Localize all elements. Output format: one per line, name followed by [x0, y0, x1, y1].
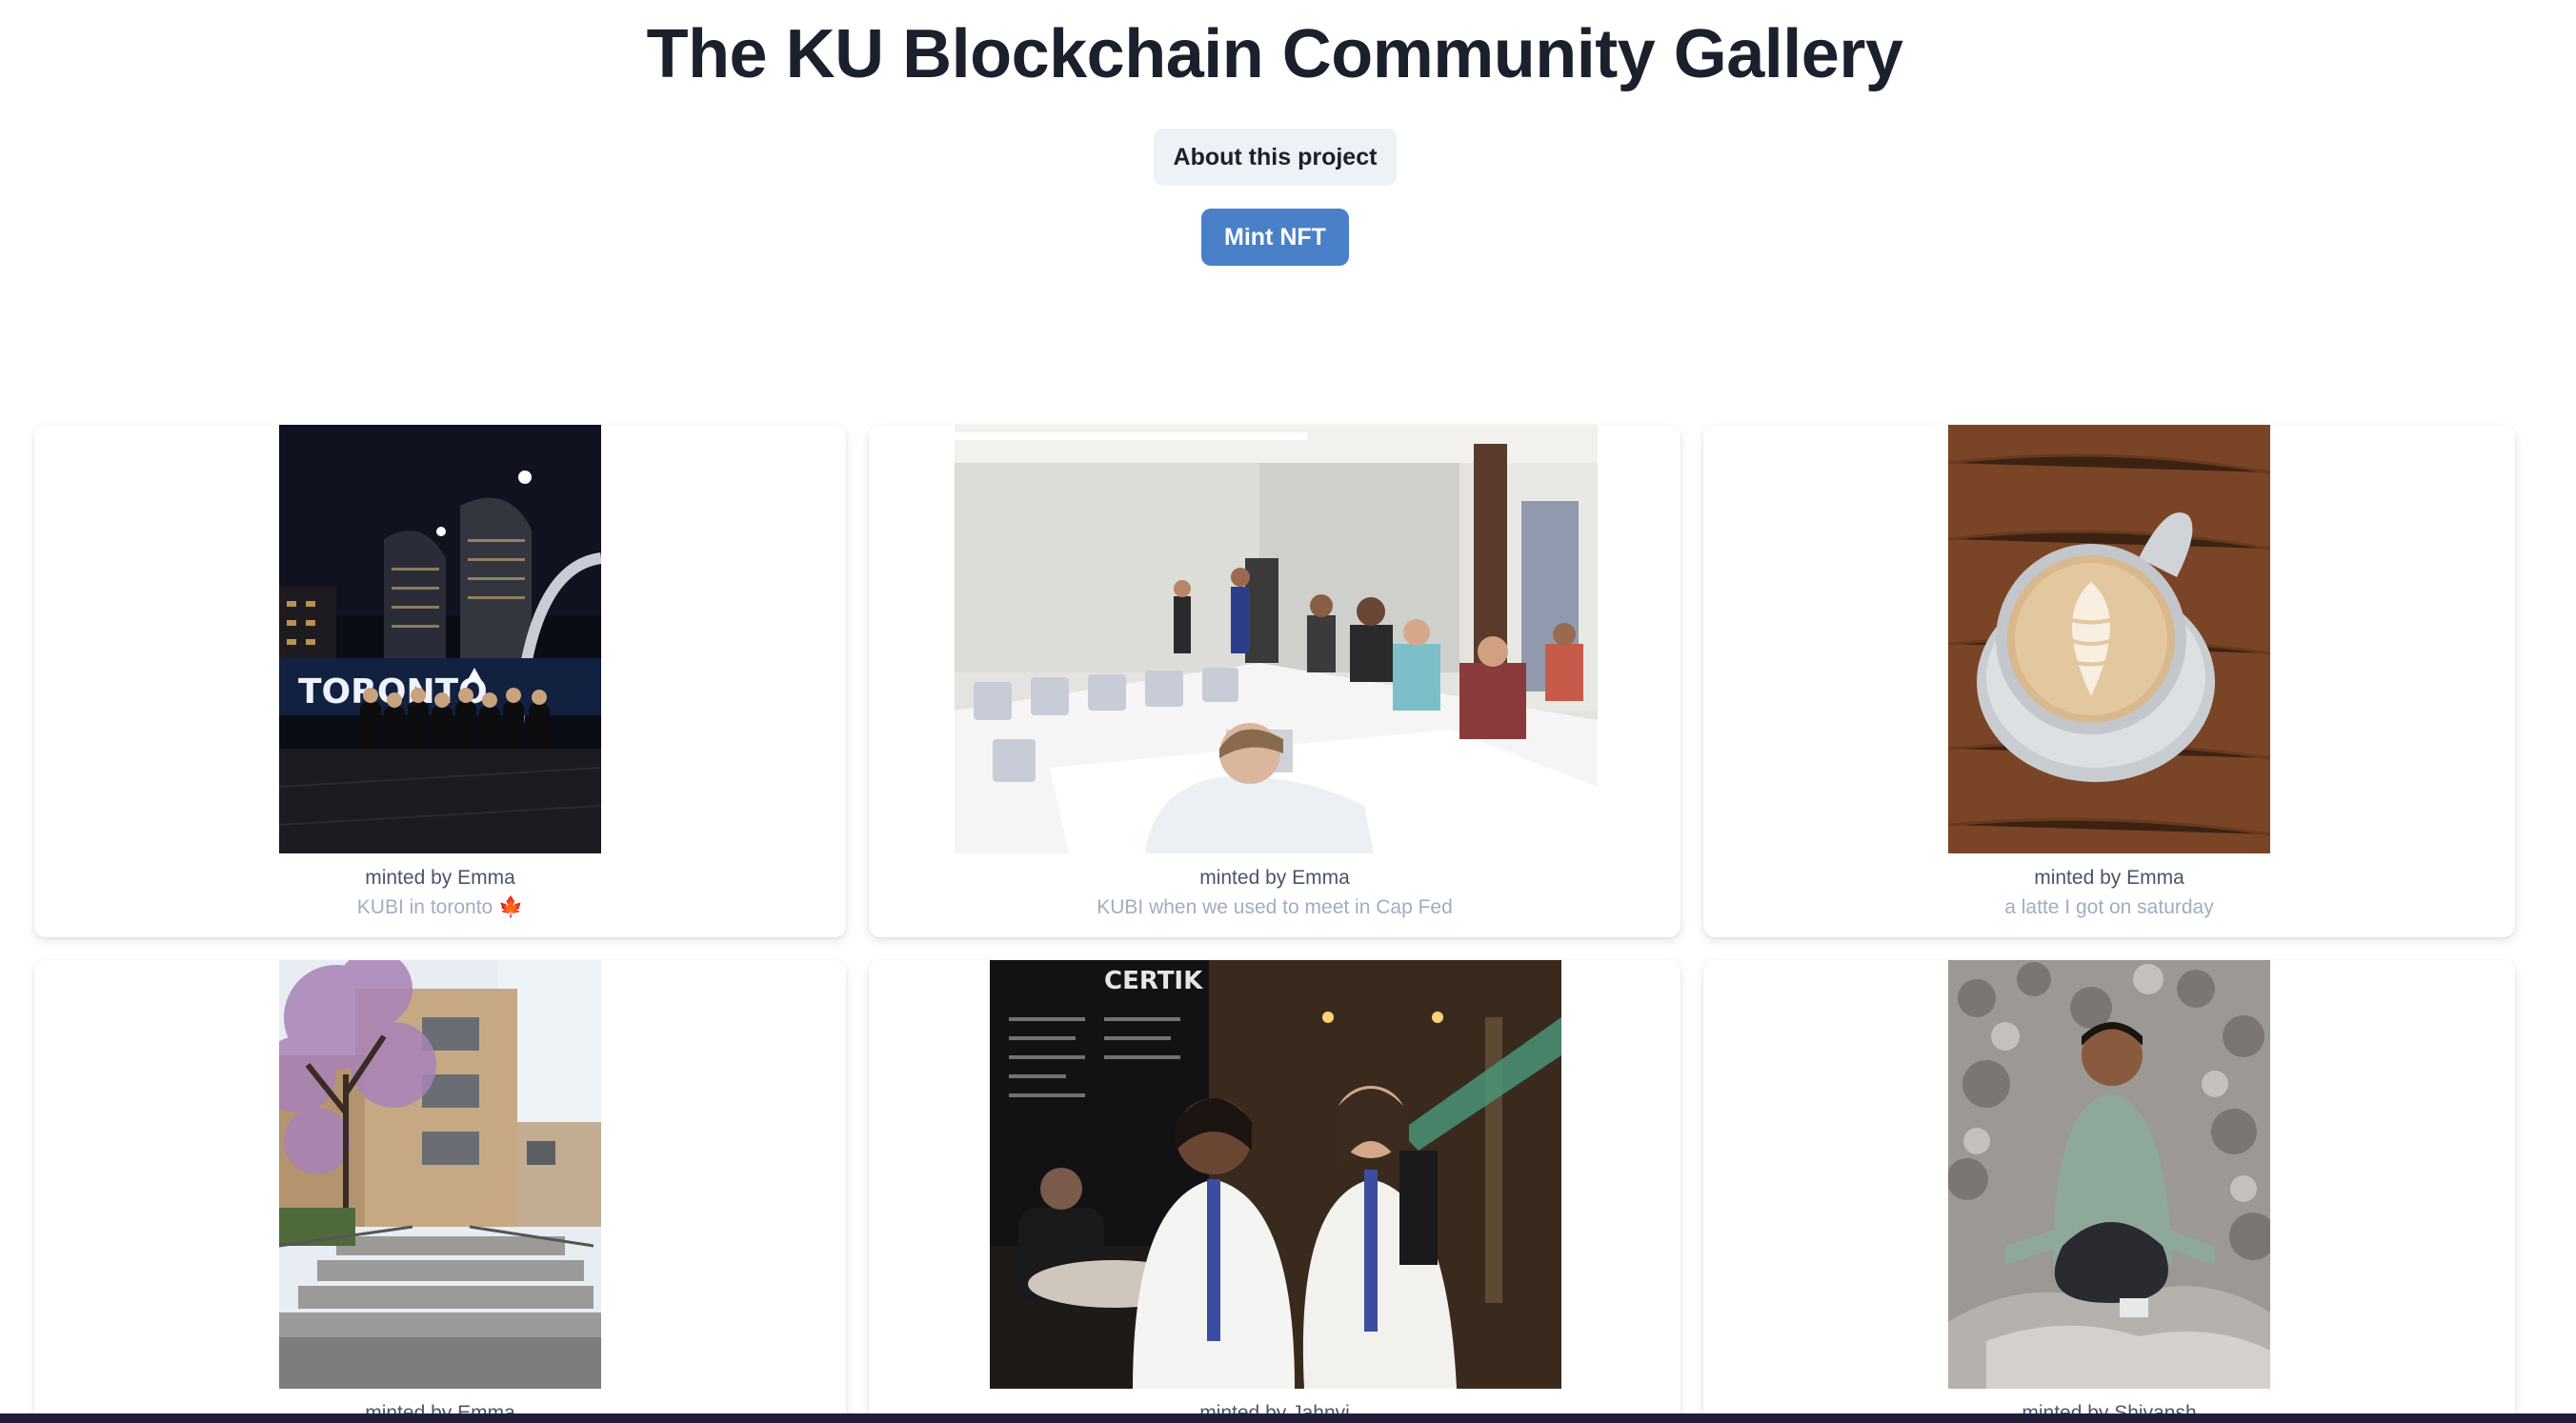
- nft-card[interactable]: minted by Shivansh: [1703, 960, 2515, 1423]
- nft-card[interactable]: CERTIK minted by Jahnvi: [869, 960, 1680, 1423]
- nft-card[interactable]: minted by Emma KUBI when we used to meet…: [869, 425, 1680, 937]
- nft-image-latte[interactable]: [1948, 425, 2270, 853]
- certik-banner-text: CERTIK: [1104, 967, 1203, 995]
- nft-image-certik-event[interactable]: CERTIK: [990, 960, 1561, 1389]
- nft-image-toronto[interactable]: TORONTO: [279, 425, 601, 853]
- nft-card[interactable]: TORONTO minted by Emma KUBI in toronto 🍁: [34, 425, 846, 937]
- nft-image-campus[interactable]: [279, 960, 601, 1389]
- nft-image-classroom[interactable]: [955, 425, 1598, 853]
- gallery-page: The KU Blockchain Community Gallery Abou…: [0, 0, 2576, 1423]
- nft-image-rocks[interactable]: [1948, 960, 2270, 1389]
- nft-caption: a latte I got on saturday: [2004, 896, 2214, 918]
- minted-by-label: minted by Emma: [365, 867, 515, 889]
- minted-by-label: minted by Emma: [2034, 867, 2184, 889]
- mint-nft-button[interactable]: Mint NFT: [1201, 209, 1349, 266]
- minted-by-label: minted by Emma: [1199, 867, 1350, 889]
- taskbar-strip: [0, 1413, 2576, 1423]
- nft-card[interactable]: minted by Emma: [34, 960, 846, 1423]
- page-title: The KU Blockchain Community Gallery: [646, 16, 1903, 92]
- nft-caption: KUBI in toronto 🍁: [356, 896, 524, 918]
- nft-card[interactable]: minted by Emma a latte I got on saturday: [1703, 425, 2515, 937]
- about-project-button[interactable]: About this project: [1154, 129, 1397, 186]
- nft-caption: KUBI when we used to meet in Cap Fed: [1097, 896, 1453, 918]
